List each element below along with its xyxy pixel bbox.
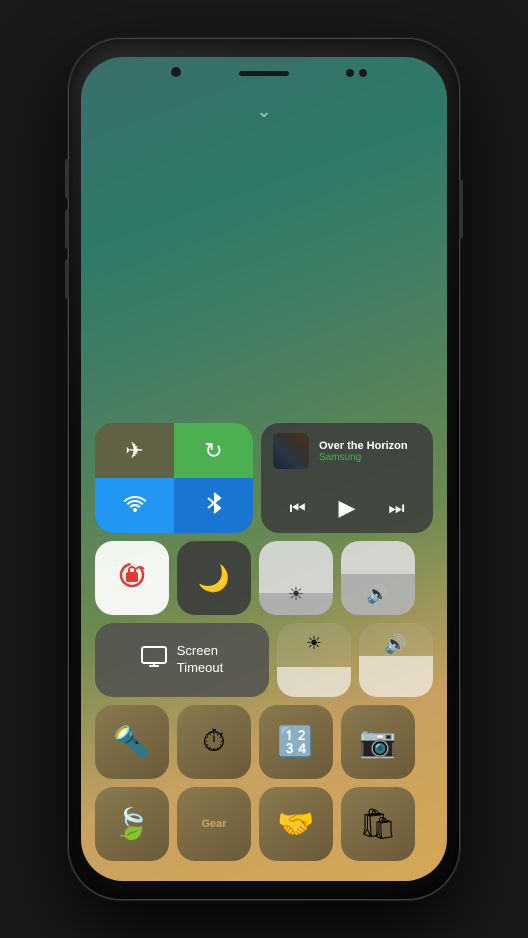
screen-timeout-label: ScreenTimeout <box>177 643 223 677</box>
app-row-1: 🔦 ⏱ 🔢 📷 <box>95 705 433 779</box>
volume-icon: 🔊 <box>367 584 389 605</box>
airplane-mode-button[interactable]: ✈ <box>95 423 174 478</box>
app-timer[interactable]: ⏱ <box>177 705 251 779</box>
volume-down-button[interactable] <box>65 209 69 249</box>
bixby-home-icon: 🤝 <box>277 807 314 842</box>
app-bixby-home[interactable]: 🤝 <box>259 787 333 861</box>
media-artist: Samsung <box>319 452 421 463</box>
bixby-button[interactable] <box>65 259 69 299</box>
phone-frame: ⌄ ✈ ↻ <box>69 39 459 899</box>
sensors <box>346 69 367 77</box>
phone-screen: ⌄ ✈ ↻ <box>81 57 447 881</box>
moon-icon: 🌙 <box>198 563 230 594</box>
volume-slider-large[interactable]: 🔊 <box>359 623 433 697</box>
brightness-slider[interactable]: ☀ <box>259 541 333 615</box>
timer-icon: ⏱ <box>202 725 225 759</box>
rotation-lock-button[interactable]: ↻ <box>174 423 253 478</box>
lock-icon <box>118 561 146 596</box>
media-next-button[interactable]: ⏭ <box>382 496 410 521</box>
media-thumbnail <box>273 433 309 469</box>
media-top: Over the Horizon Samsung <box>273 433 421 469</box>
airplane-icon: ✈ <box>125 438 143 464</box>
front-camera <box>171 67 181 77</box>
volume-up-button[interactable] <box>65 159 69 199</box>
bluetooth-button[interactable] <box>174 478 253 533</box>
wifi-icon <box>123 491 147 521</box>
galaxy-store-icon: 🛍 <box>359 807 397 842</box>
app-bixby[interactable]: 🍃 <box>95 787 169 861</box>
control-center: ✈ ↻ <box>95 423 433 861</box>
app-gear[interactable]: Gear <box>177 787 251 861</box>
quick-row: 🌙 ☀ 🔊 <box>95 541 433 615</box>
camera-icon: 📷 <box>359 725 396 760</box>
wifi-button[interactable] <box>95 478 174 533</box>
calculator-icon: 🔢 <box>277 725 314 760</box>
volume-slider[interactable]: 🔊 <box>341 541 415 615</box>
media-prev-button[interactable]: ⏮ <box>283 496 311 521</box>
chevron-down-icon[interactable]: ⌄ <box>256 101 271 122</box>
media-info: Over the Horizon Samsung <box>319 440 421 463</box>
media-title: Over the Horizon <box>319 440 421 452</box>
sensor-dot-2 <box>359 69 367 77</box>
connectivity-block: ✈ ↻ <box>95 423 253 533</box>
app-row-2: 🍃 Gear 🤝 🛍 <box>95 787 433 861</box>
row-3: ScreenTimeout ☀ 🔊 <box>95 623 433 697</box>
brightness-slider-large[interactable]: ☀ <box>277 623 351 697</box>
row-1: ✈ ↻ <box>95 423 433 533</box>
speaker <box>239 71 289 76</box>
app-flashlight[interactable]: 🔦 <box>95 705 169 779</box>
power-button[interactable] <box>459 179 463 239</box>
brightness-icon: ☀ <box>288 584 304 605</box>
media-controls: ⏮ ▶ ⏭ <box>273 493 421 523</box>
media-player: Over the Horizon Samsung ⏮ ▶ ⏭ <box>261 423 433 533</box>
screen-timeout-button[interactable]: ScreenTimeout <box>95 623 269 697</box>
bixby-icon: 🍃 <box>113 807 150 842</box>
gear-label: Gear <box>201 818 226 830</box>
rotation-lock-button[interactable] <box>95 541 169 615</box>
do-not-disturb-button[interactable]: 🌙 <box>177 541 251 615</box>
app-galaxy-store[interactable]: 🛍 <box>341 787 415 861</box>
rotation-icon: ↻ <box>204 438 222 464</box>
app-calculator[interactable]: 🔢 <box>259 705 333 779</box>
sensor-dot-1 <box>346 69 354 77</box>
media-play-button[interactable]: ▶ <box>333 493 362 523</box>
bluetooth-icon <box>204 491 224 521</box>
screen-timeout-icon <box>141 646 167 674</box>
notch-area <box>81 57 447 93</box>
flashlight-icon: 🔦 <box>113 725 150 760</box>
app-camera[interactable]: 📷 <box>341 705 415 779</box>
